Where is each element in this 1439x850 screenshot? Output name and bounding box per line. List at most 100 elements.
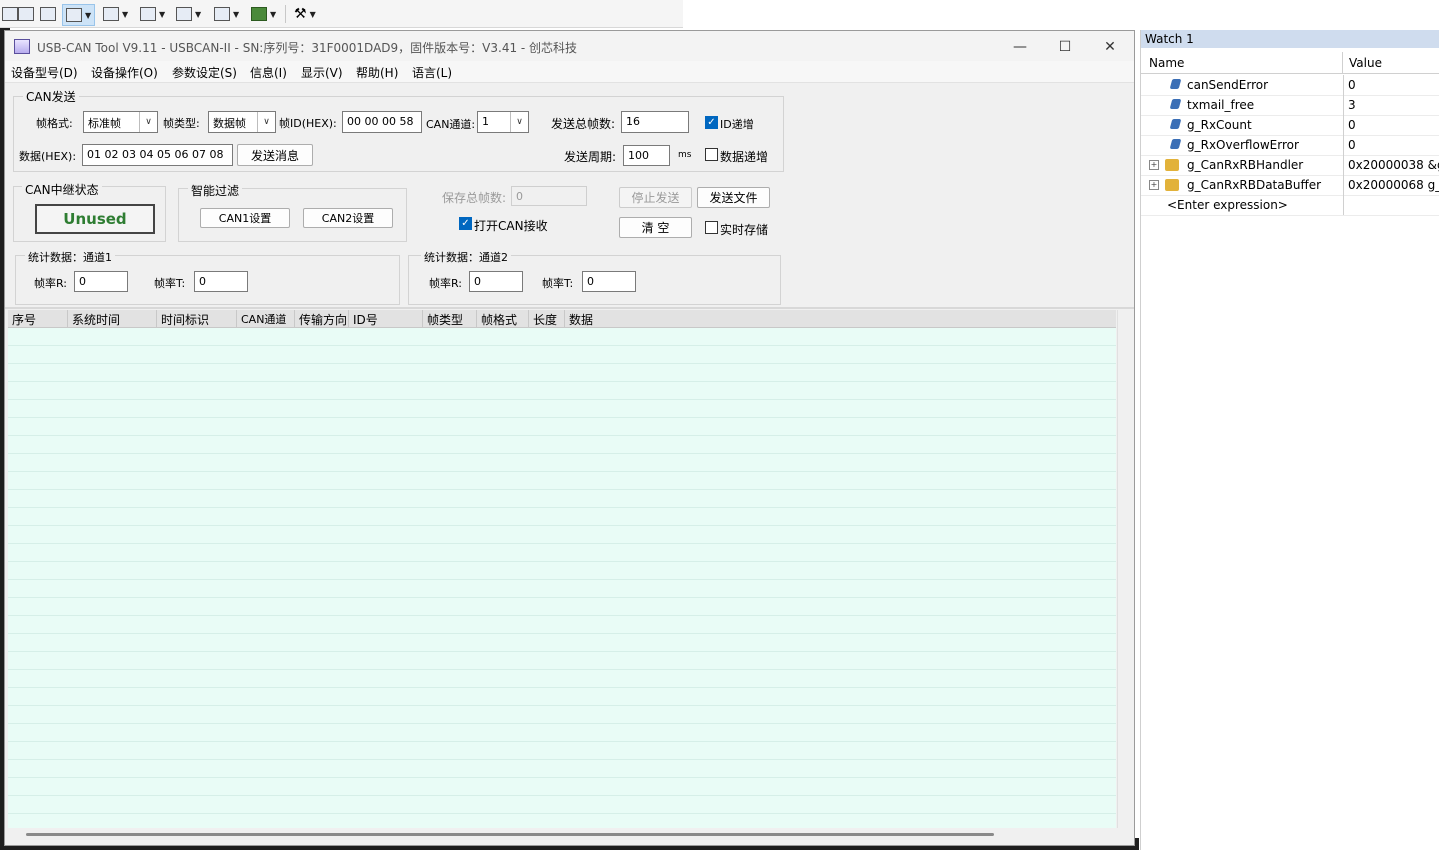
toolbar-button-5[interactable]: ▼: [103, 4, 128, 24]
frame-format-label: 帧格式:: [36, 117, 73, 130]
ch1-rate-t-input[interactable]: 0: [194, 271, 248, 292]
frame-type-label: 帧类型:: [163, 117, 200, 130]
watch-row[interactable]: txmail_free 3: [1141, 95, 1439, 116]
grid-horizontal-scrollbar[interactable]: [8, 828, 1116, 840]
toolbar-button-6[interactable]: ▼: [140, 4, 165, 24]
smart-filter-group-label: 智能过滤: [188, 182, 243, 199]
menu-language[interactable]: 语言(L): [412, 64, 452, 81]
toolbar-button-3[interactable]: [40, 4, 56, 24]
grid-vertical-scrollbar[interactable]: [1117, 310, 1132, 828]
variable-icon: [1169, 99, 1182, 109]
ch2-rate-r-input[interactable]: 0: [469, 271, 523, 292]
watch-row[interactable]: g_RxOverflowError 0: [1141, 135, 1439, 156]
realtime-save-checkbox[interactable]: [705, 221, 718, 234]
branch-icon: [176, 7, 192, 21]
toolbar-button-1[interactable]: [2, 4, 18, 24]
expand-icon[interactable]: +: [1149, 180, 1159, 190]
frame-type-select[interactable]: 数据帧 ∨: [208, 111, 276, 133]
grid-body[interactable]: [8, 328, 1116, 828]
maximize-button[interactable]: ☐: [1043, 35, 1087, 59]
open-can-receive-checkbox[interactable]: ✓: [459, 217, 472, 230]
watch-row[interactable]: canSendError 0: [1141, 75, 1439, 96]
watch-row[interactable]: + g_CanRxRBHandler 0x20000038 &g_C: [1141, 155, 1439, 176]
watch-column-value[interactable]: Value: [1349, 56, 1382, 70]
struct-icon: [1165, 179, 1179, 191]
toolbar-button-7[interactable]: ▼: [176, 4, 201, 24]
menu-device-model[interactable]: 设备型号(D): [11, 64, 78, 81]
column-header-index[interactable]: 序号: [8, 310, 68, 328]
chevron-down-icon: ∨: [139, 112, 157, 132]
watch-variable-value[interactable]: 3: [1343, 95, 1439, 115]
title-bar[interactable]: USB-CAN Tool V9.11 - USBCAN-II - SN:序列号：…: [5, 31, 1134, 61]
tools-icon: ⚒: [294, 6, 307, 22]
column-header-data[interactable]: 数据: [565, 310, 1116, 328]
can-send-group-label: CAN发送: [23, 88, 79, 105]
watch-row[interactable]: + g_CanRxRBDataBuffer 0x20000068 g_Can: [1141, 175, 1439, 196]
column-header-frame-type[interactable]: 帧类型: [423, 310, 477, 328]
column-header-system-time[interactable]: 系统时间: [68, 310, 157, 328]
send-message-button[interactable]: 发送消息: [237, 144, 313, 166]
can-channel-select[interactable]: 1 ∨: [477, 111, 529, 133]
watch-variable-value[interactable]: 0x20000068 g_Can: [1343, 175, 1439, 195]
enter-expression-placeholder[interactable]: <Enter expression>: [1167, 198, 1288, 212]
watch-enter-expression-row[interactable]: <Enter expression>: [1141, 195, 1439, 216]
can2-settings-button[interactable]: CAN2设置: [303, 208, 393, 228]
expand-icon[interactable]: +: [1149, 160, 1159, 170]
clear-button[interactable]: 清 空: [619, 217, 692, 238]
toolbar-button-9[interactable]: ▼: [251, 4, 276, 24]
watch-column-name[interactable]: Name: [1149, 56, 1184, 70]
menu-help[interactable]: 帮助(H): [356, 64, 398, 81]
watch-variable-value[interactable]: 0: [1343, 135, 1439, 155]
can-message-grid[interactable]: 序号 系统时间 时间标识 CAN通道 传输方向 ID号 帧类型 帧格式 长度 数…: [8, 310, 1116, 828]
column-header-frame-format[interactable]: 帧格式: [477, 310, 529, 328]
column-header-length[interactable]: 长度: [529, 310, 565, 328]
scrollbar-thumb[interactable]: [26, 833, 994, 836]
column-divider: [1342, 52, 1343, 74]
send-period-input[interactable]: 100: [623, 145, 670, 166]
chevron-down-icon: ▼: [233, 9, 240, 19]
frame-format-select[interactable]: 标准帧 ∨: [83, 111, 158, 133]
id-increment-checkbox[interactable]: ✓: [705, 116, 718, 129]
frame-id-input[interactable]: 00 00 00 58: [342, 111, 422, 133]
close-button[interactable]: ✕: [1088, 35, 1132, 59]
toolbar-button-8[interactable]: ▼: [214, 4, 239, 24]
struct-icon: [1165, 159, 1179, 171]
toolbar-button-10[interactable]: ⚒ ▼: [294, 4, 316, 24]
data-hex-input[interactable]: 01 02 03 04 05 06 07 08: [82, 144, 233, 166]
variable-icon: [1169, 139, 1182, 149]
app-icon: [14, 39, 30, 54]
toolbar-button-2[interactable]: [18, 4, 34, 24]
grid-separator: [5, 307, 1134, 309]
can1-settings-button[interactable]: CAN1设置: [200, 208, 290, 228]
menu-display[interactable]: 显示(V): [301, 64, 343, 81]
stop-send-button[interactable]: 停止发送: [619, 187, 692, 208]
chevron-down-icon: ∨: [257, 112, 275, 132]
saved-frames-input: 0: [511, 186, 587, 206]
frame-format-value: 标准帧: [88, 117, 121, 130]
watch-variable-name: canSendError: [1187, 78, 1269, 92]
menu-info[interactable]: 信息(I): [250, 64, 287, 81]
ch2-rate-t-input[interactable]: 0: [582, 271, 636, 292]
table-icon: [103, 7, 119, 21]
watch-variable-value[interactable]: 0x20000038 &g_C: [1343, 155, 1439, 175]
menu-parameter-settings[interactable]: 参数设定(S): [172, 64, 237, 81]
watch-title[interactable]: Watch 1: [1141, 30, 1439, 48]
menu-device-operation[interactable]: 设备操作(O): [91, 64, 158, 81]
total-frames-input[interactable]: 16: [621, 111, 689, 133]
ch1-rate-r-input[interactable]: 0: [74, 271, 128, 292]
column-header-direction[interactable]: 传输方向: [295, 310, 349, 328]
watch-variable-value[interactable]: 0: [1343, 75, 1439, 95]
ide-toolbar: ▼ ▼ ▼ ▼ ▼ ▼ ⚒ ▼: [0, 0, 683, 28]
watch-row[interactable]: g_RxCount 0: [1141, 115, 1439, 136]
id-increment-label: ID递增: [720, 118, 754, 131]
column-header-id[interactable]: ID号: [349, 310, 423, 328]
data-increment-checkbox[interactable]: [705, 148, 718, 161]
column-header-timestamp[interactable]: 时间标识: [157, 310, 237, 328]
watch-variable-value[interactable]: 0: [1343, 115, 1439, 135]
send-file-button[interactable]: 发送文件: [697, 187, 770, 208]
total-frames-label: 发送总帧数:: [551, 117, 616, 131]
column-header-can-channel[interactable]: CAN通道: [237, 310, 295, 328]
minimize-button[interactable]: —: [998, 35, 1042, 59]
chip-icon: [251, 7, 267, 21]
toolbar-button-4[interactable]: ▼: [62, 4, 96, 26]
